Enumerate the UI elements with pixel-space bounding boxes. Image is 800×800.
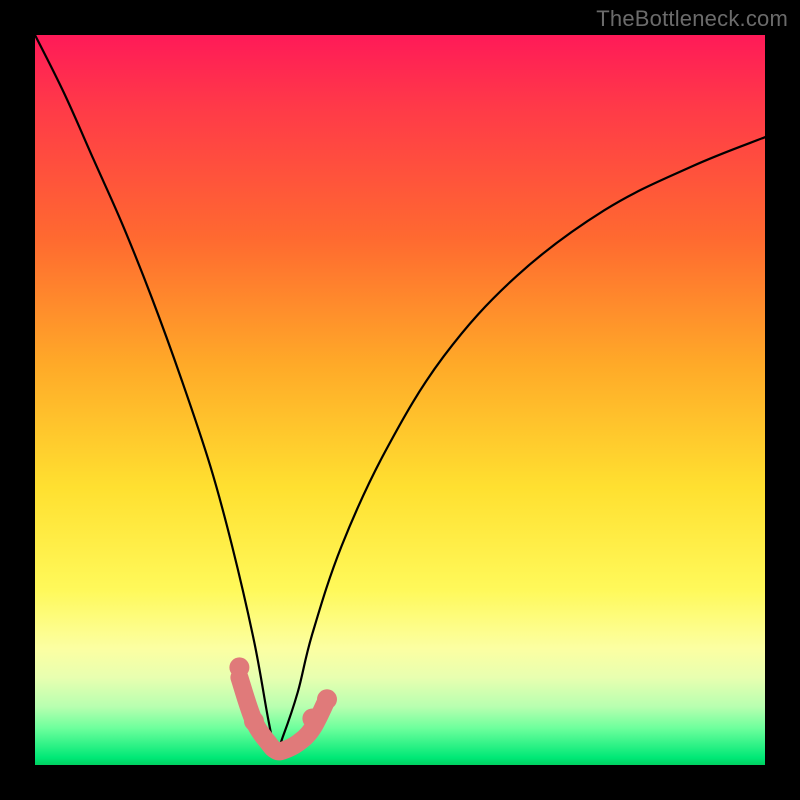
chart-svg [35, 35, 765, 765]
valley-dot [244, 711, 264, 731]
bottleneck-curve [35, 35, 765, 751]
plot-area [35, 35, 765, 765]
valley-dot [317, 689, 337, 709]
chart-frame: TheBottleneck.com [0, 0, 800, 800]
watermark-text: TheBottleneck.com [596, 6, 788, 32]
valley-dot [302, 709, 322, 729]
valley-dot [229, 657, 249, 677]
